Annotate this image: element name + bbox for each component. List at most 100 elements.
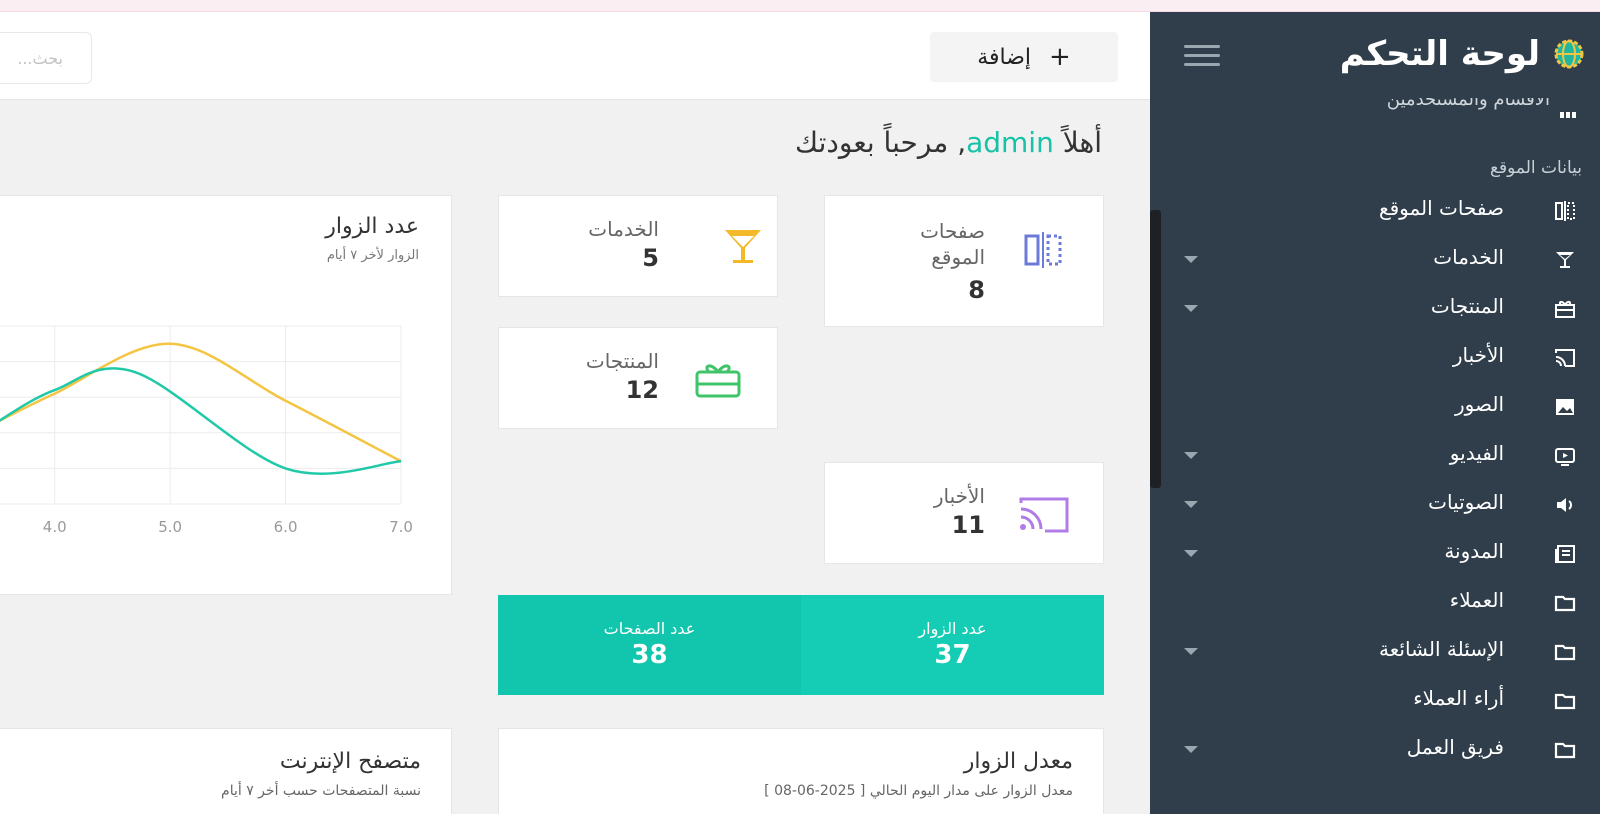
- sidebar-item-label: العملاء: [1449, 588, 1504, 612]
- sidebar-item-label: الخدمات: [1433, 245, 1504, 269]
- card-site-pages[interactable]: صفحات الموقع 8: [824, 195, 1104, 327]
- welcome-username: admin: [966, 126, 1054, 159]
- folder-icon: [1554, 595, 1576, 612]
- newspaper-icon: [1555, 545, 1575, 563]
- columns-icon: [1555, 201, 1575, 221]
- folder-icon: [1554, 742, 1576, 759]
- sidebar-item[interactable]: المدونة: [1150, 533, 1600, 573]
- sidebar-item-label: فريق العمل: [1406, 735, 1504, 759]
- sidebar-item[interactable]: فريق العمل: [1150, 729, 1600, 769]
- top-strip: [0, 0, 1600, 12]
- search-input[interactable]: [0, 32, 92, 84]
- columns-icon: [1024, 232, 1062, 268]
- sidebar-item[interactable]: الخدمات: [1150, 239, 1600, 279]
- card-label-line1: صفحات: [920, 219, 985, 243]
- pages-count-stat: عدد الصفحات 38: [498, 595, 801, 695]
- sidebar-item-label: الصوتيات: [1428, 490, 1504, 514]
- browser-stats-title: متصفح الإنترنت: [279, 749, 421, 774]
- chevron-down-icon[interactable]: [1184, 305, 1198, 312]
- chevron-down-icon[interactable]: [1184, 452, 1198, 459]
- sidebar-scrollbar[interactable]: [1150, 210, 1161, 488]
- sidebar-title: لوحة التحكم: [1339, 34, 1540, 74]
- folder-icon: [1554, 644, 1576, 661]
- card-value: 12: [625, 376, 659, 404]
- gift-icon: [695, 364, 741, 398]
- sidebar-section-label: بيانات الموقع: [1489, 158, 1582, 178]
- top-bar: + إضافة: [0, 12, 1150, 100]
- sidebar-item[interactable]: العملاء: [1150, 582, 1600, 622]
- grid-icon: [1558, 103, 1576, 118]
- card-news[interactable]: الأخبار 11: [824, 462, 1104, 564]
- cast-icon: [1019, 497, 1069, 533]
- x-tick-label: 7.0: [389, 518, 413, 536]
- visitors-count-label: عدد الزوار: [918, 619, 987, 638]
- sidebar-item-label: الفيديو: [1449, 441, 1504, 465]
- cocktail-icon: [725, 230, 761, 263]
- chevron-down-icon[interactable]: [1184, 256, 1198, 263]
- sidebar-item-label: المنتجات: [1430, 294, 1504, 318]
- series-line: [0, 367, 402, 475]
- tv-icon: [1555, 448, 1575, 466]
- sidebar-item[interactable]: الأخبار: [1150, 337, 1600, 377]
- welcome-suffix: , مرحباً بعودتك: [795, 126, 967, 159]
- speaker-icon: [1557, 498, 1572, 512]
- chevron-down-icon[interactable]: [1184, 550, 1198, 557]
- x-tick-label: 6.0: [274, 518, 298, 536]
- sidebar-item-label: الأخبار: [1452, 343, 1504, 367]
- visitor-rate-title: معدل الزوار: [963, 749, 1073, 774]
- sidebar-item-label: المدونة: [1444, 539, 1504, 563]
- cast-icon: [1555, 349, 1575, 367]
- sidebar-item[interactable]: الصوتيات: [1150, 484, 1600, 524]
- add-button-label: إضافة: [977, 44, 1032, 70]
- gift-icon: [1555, 301, 1575, 318]
- plus-icon: +: [1049, 42, 1071, 72]
- image-icon: [1556, 399, 1574, 415]
- card-services[interactable]: الخدمات 5: [498, 195, 778, 297]
- sidebar-item[interactable]: أراء العملاء: [1150, 680, 1600, 720]
- sidebar-item-label: الإسئلة الشائعة: [1379, 637, 1504, 661]
- sidebar: لوحة التحكم الأقسام والمستخدمين بيانات ا…: [1150, 12, 1600, 814]
- sidebar-item[interactable]: الصور: [1150, 386, 1600, 426]
- stats-band: عدد الزوار 37 عدد الصفحات 38: [498, 595, 1104, 695]
- x-tick-label: 4.0: [43, 518, 67, 536]
- card-products[interactable]: المنتجات 12: [498, 327, 778, 429]
- sidebar-item[interactable]: المنتجات: [1150, 288, 1600, 328]
- card-label: المنتجات: [585, 349, 659, 373]
- visitors-line-chart: 4.0 5.0 6.0 7.0: [0, 325, 413, 536]
- sidebar-item[interactable]: الإسئلة الشائعة: [1150, 631, 1600, 671]
- sidebar-item-label: الأقسام والمستخدمين: [1386, 98, 1550, 110]
- sidebar-item[interactable]: صفحات الموقع: [1150, 190, 1600, 230]
- chevron-down-icon[interactable]: [1184, 648, 1198, 655]
- pages-count-value: 38: [631, 640, 668, 670]
- sidebar-item-label: أراء العملاء: [1413, 686, 1504, 710]
- x-tick-label: 5.0: [158, 518, 182, 536]
- sidebar-item-label: الصور: [1455, 392, 1504, 416]
- browser-stats-subtitle: نسبة المتصفحات حسب أخر ٧ أيام: [221, 783, 421, 799]
- cocktail-icon: [1556, 252, 1574, 268]
- card-label: الأخبار: [933, 484, 985, 508]
- card-label: الخدمات: [588, 217, 659, 241]
- welcome-greeting: أهلاً: [1062, 126, 1102, 159]
- visitor-rate-subtitle: معدل الزوار على مدار اليوم الحالي [ 2025…: [764, 783, 1073, 799]
- chevron-down-icon[interactable]: [1184, 501, 1198, 508]
- sidebar-brand[interactable]: لوحة التحكم: [1340, 34, 1586, 74]
- card-value: 11: [951, 511, 985, 539]
- visitors-count-stat: عدد الزوار 37: [801, 595, 1104, 695]
- visitor-rate-card: معدل الزوار معدل الزوار على مدار اليوم ا…: [498, 728, 1104, 814]
- card-label-line2: الموقع: [931, 245, 985, 269]
- sidebar-item[interactable]: الفيديو: [1150, 435, 1600, 475]
- add-button[interactable]: + إضافة: [930, 32, 1118, 82]
- visitors-chart-card: عدد الزوار الزوار لأخر ٧ أيام 4.0 5.0 6.0 7…: [0, 195, 452, 595]
- card-value: 5: [642, 244, 659, 272]
- menu-toggle-icon[interactable]: [1184, 45, 1220, 67]
- card-value: 8: [968, 276, 985, 304]
- chevron-down-icon[interactable]: [1184, 746, 1198, 753]
- pages-count-label: عدد الصفحات: [603, 619, 696, 638]
- folder-icon: [1554, 693, 1576, 710]
- globe-icon: [1554, 39, 1584, 69]
- sidebar-item-label: صفحات الموقع: [1378, 196, 1504, 220]
- visitors-count-value: 37: [934, 640, 971, 670]
- welcome-message: أهلاً admin, مرحباً بعودتك: [795, 126, 1102, 159]
- sidebar-item-partial[interactable]: الأقسام والمستخدمين: [1387, 98, 1550, 112]
- browser-stats-card: متصفح الإنترنت نسبة المتصفحات حسب أخر ٧ …: [0, 728, 452, 814]
